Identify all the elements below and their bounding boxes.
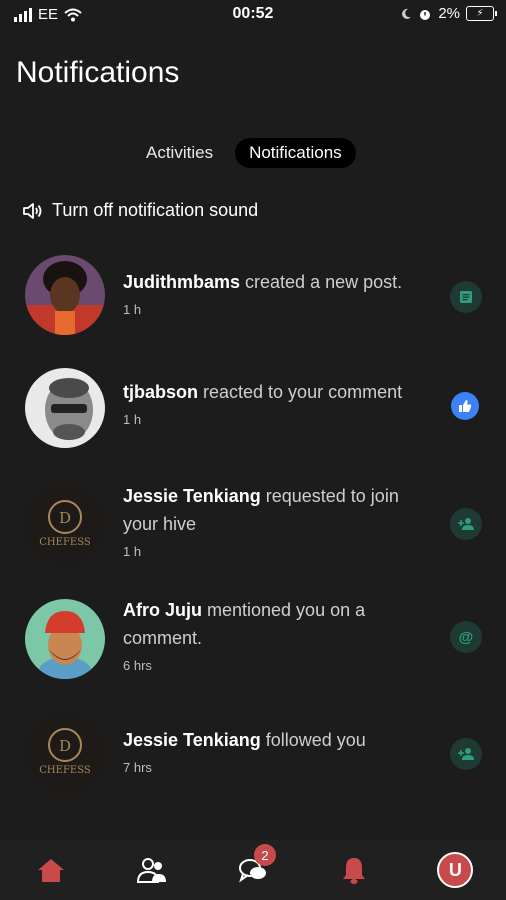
notification-text: reacted to your comment: [198, 382, 403, 402]
brand-text: CHEFESS: [39, 765, 91, 776]
mention-icon: @: [450, 621, 482, 653]
nav-people[interactable]: [127, 848, 177, 892]
notification-user[interactable]: tjbabson: [123, 382, 198, 402]
notification-item[interactable]: D CHEFESS Jessie Tenkiang followed you 7…: [0, 698, 506, 814]
notification-user[interactable]: Judithmbams: [123, 272, 240, 292]
bell-icon: [343, 858, 366, 884]
svg-text:D: D: [59, 737, 71, 755]
battery-icon: ⚡: [466, 6, 497, 21]
nav-notifications[interactable]: [329, 848, 379, 892]
notification-user[interactable]: Afro Juju: [123, 600, 202, 620]
nav-messages[interactable]: 2: [228, 844, 278, 892]
notification-time: 1 h: [123, 302, 142, 317]
messages-badge: 2: [253, 844, 276, 866]
notification-item[interactable]: D CHEFESS Jessie Tenkiang requested to j…: [0, 470, 506, 582]
notification-item[interactable]: Afro Juju mentioned you on a comment. 6 …: [0, 582, 506, 698]
avatar[interactable]: [25, 599, 105, 679]
moon-icon: [402, 8, 412, 19]
bottom-nav: 2 U: [0, 840, 506, 900]
tab-activities[interactable]: Activities: [132, 138, 227, 168]
post-icon: [450, 281, 482, 313]
notification-text: followed you: [260, 730, 366, 750]
thumbs-up-icon: [451, 392, 479, 420]
avatar[interactable]: [25, 255, 105, 335]
notification-item[interactable]: tjbabson reacted to your comment 1 h: [0, 350, 506, 470]
add-user-icon: [450, 508, 482, 540]
notification-time: 6 hrs: [123, 658, 152, 673]
avatar[interactable]: [25, 368, 105, 448]
home-icon: [37, 859, 64, 882]
avatar[interactable]: D CHEFESS: [25, 713, 105, 793]
notification-time: 1 h: [123, 412, 142, 427]
profile-letter: U: [448, 859, 462, 880]
nav-profile[interactable]: U: [430, 848, 480, 892]
brand-text: CHEFESS: [39, 537, 91, 548]
people-icon: [136, 858, 166, 883]
profile-avatar: U: [437, 852, 474, 888]
notification-sound-toggle[interactable]: Turn off notification sound: [22, 200, 258, 221]
sound-toggle-label: Turn off notification sound: [52, 200, 259, 220]
status-bar: EE 00:52 2% ⚡: [0, 0, 506, 30]
tab-bar: Activities Notifications: [132, 138, 356, 168]
notification-user[interactable]: Jessie Tenkiang: [123, 486, 261, 506]
notification-item[interactable]: Judithmbams created a new post. 1 h: [0, 240, 506, 350]
alarm-icon: [420, 9, 431, 20]
speaker-icon: [23, 202, 42, 219]
notification-text: created a new post.: [240, 272, 403, 292]
nav-home[interactable]: [26, 848, 76, 892]
notification-time: 1 h: [123, 544, 142, 559]
battery-percent: 2%: [438, 5, 460, 22]
svg-text:D: D: [59, 509, 71, 527]
tab-notifications[interactable]: Notifications: [235, 138, 356, 168]
add-user-icon: [450, 738, 482, 770]
avatar[interactable]: D CHEFESS: [25, 485, 105, 565]
notification-time: 7 hrs: [123, 760, 152, 775]
notification-user[interactable]: Jessie Tenkiang: [123, 730, 261, 750]
page-title: Notifications: [16, 56, 180, 89]
